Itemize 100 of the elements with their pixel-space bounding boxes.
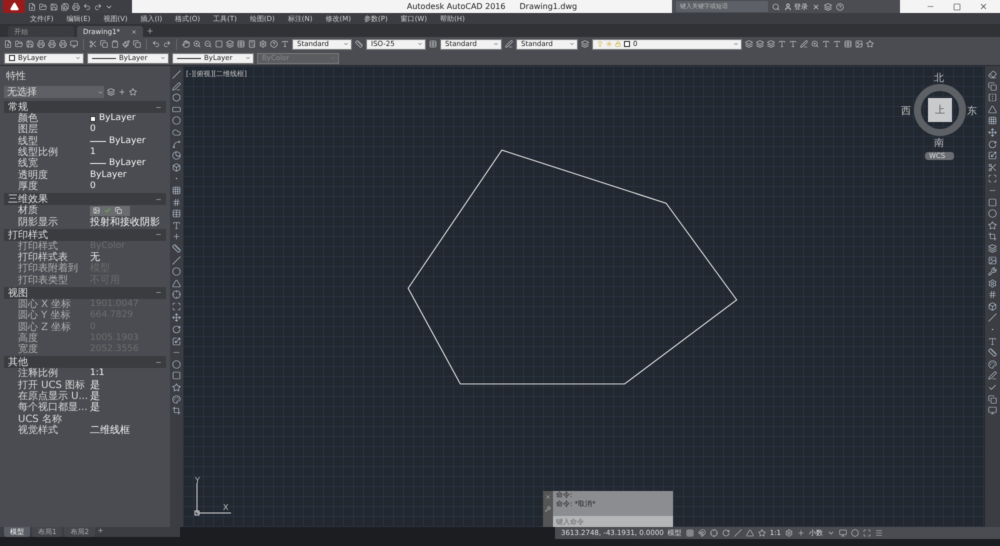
caret-icon[interactable] [245, 55, 251, 61]
caret-icon[interactable] [493, 41, 499, 47]
folder-icon[interactable] [15, 40, 23, 48]
rectangle-icon[interactable] [172, 104, 181, 114]
fullscreen-icon[interactable] [863, 529, 871, 537]
table-icon[interactable] [172, 209, 181, 218]
rotate-icon[interactable] [988, 140, 997, 149]
circle-icon[interactable] [851, 529, 859, 537]
crop-icon[interactable] [172, 406, 181, 416]
pen-icon[interactable] [800, 40, 808, 48]
property-value[interactable]: 是 [90, 391, 100, 402]
calculator-icon[interactable] [248, 40, 256, 48]
viewcube-face[interactable]: 上 [928, 98, 952, 122]
text-icon[interactable] [822, 40, 830, 48]
plus-icon[interactable] [797, 529, 805, 537]
undo-icon[interactable] [83, 2, 91, 10]
property-value[interactable]: 无 [90, 252, 100, 264]
star-icon[interactable] [758, 529, 766, 537]
table-icon[interactable] [844, 40, 852, 48]
crosshair-icon[interactable] [172, 290, 181, 300]
undo-icon[interactable] [152, 40, 160, 48]
redo-icon[interactable] [163, 40, 171, 48]
pan-icon[interactable] [182, 40, 190, 48]
polyline-icon[interactable] [172, 82, 181, 91]
save-icon[interactable] [26, 40, 34, 48]
block-icon[interactable] [172, 162, 181, 172]
print-icon[interactable] [72, 2, 80, 10]
section-header[interactable]: 视图 [4, 286, 166, 299]
property-value[interactable]: 1 [90, 147, 96, 158]
layers-icon[interactable] [988, 244, 997, 253]
window-icon[interactable] [215, 40, 223, 48]
menu-icon[interactable] [875, 529, 883, 537]
copy-icon[interactable] [988, 82, 997, 91]
wrench-icon[interactable] [988, 267, 997, 276]
property-value[interactable]: 0 [90, 180, 96, 192]
add-tab-icon[interactable] [146, 26, 154, 34]
image-icon[interactable] [988, 256, 997, 264]
square-icon[interactable] [988, 198, 997, 207]
text-icon[interactable] [172, 220, 181, 230]
mirror-icon[interactable] [988, 93, 997, 102]
compass-label[interactable]: 南 [934, 136, 944, 150]
property-value[interactable]: 是 [90, 402, 100, 414]
help-icon[interactable] [270, 40, 278, 48]
caret-icon[interactable] [827, 529, 835, 537]
table-style-icon[interactable] [429, 40, 437, 48]
caret-icon[interactable] [417, 41, 423, 47]
add-layout-icon[interactable] [96, 527, 104, 534]
layers-icon[interactable] [226, 40, 234, 48]
cut-icon[interactable] [89, 40, 97, 48]
hatch-icon[interactable] [172, 186, 181, 195]
selection-dropdown[interactable]: 无选择 [4, 86, 104, 98]
save-icon[interactable] [50, 2, 58, 10]
compass-label[interactable]: 东 [967, 104, 977, 118]
property-value[interactable]: 是 [90, 380, 100, 391]
rotate-icon[interactable] [722, 529, 730, 537]
section-header[interactable]: 其他 [4, 356, 166, 368]
eraser-icon[interactable] [988, 70, 997, 79]
pen-icon[interactable] [988, 371, 997, 380]
property-value[interactable]: ByLayer [90, 170, 127, 181]
layer-icon[interactable] [756, 40, 764, 48]
zoom-icon[interactable] [811, 40, 819, 48]
zoom-out-icon[interactable] [204, 40, 212, 48]
copy-icon[interactable] [100, 40, 108, 48]
wrench-icon[interactable] [545, 506, 551, 512]
star-icon[interactable] [172, 383, 181, 392]
scissors-icon[interactable] [988, 162, 997, 172]
palette-icon[interactable] [172, 394, 181, 404]
text-icon[interactable] [789, 40, 797, 48]
grid-icon[interactable] [988, 290, 997, 300]
circle-icon[interactable] [988, 209, 997, 218]
text-icon[interactable] [778, 40, 786, 48]
line-icon[interactable] [172, 70, 181, 79]
line-icon[interactable] [172, 256, 181, 264]
caret-icon[interactable] [343, 41, 349, 47]
folder-icon[interactable] [39, 2, 47, 10]
text-icon[interactable] [988, 336, 997, 346]
circle-icon[interactable] [172, 267, 181, 276]
frame-icon[interactable] [172, 302, 181, 311]
grid-icon[interactable] [172, 198, 181, 207]
property-value[interactable]: ByLayer [90, 158, 146, 170]
property-value[interactable]: ByLayer [90, 136, 146, 147]
star-icon[interactable] [866, 40, 874, 48]
ruler-icon[interactable] [988, 348, 997, 358]
check-icon[interactable] [104, 207, 111, 214]
section-header[interactable]: 三维效果 [4, 193, 166, 206]
property-value[interactable]: 1:1 [90, 368, 104, 380]
caret-icon[interactable] [569, 41, 575, 47]
polygon-icon[interactable] [172, 93, 181, 102]
text-icon[interactable] [833, 40, 841, 48]
property-value[interactable]: 0 [90, 124, 96, 136]
printer-icon[interactable] [59, 40, 67, 48]
layers-icon[interactable] [107, 88, 115, 96]
printer-icon[interactable] [48, 40, 56, 48]
settings-icon[interactable] [785, 529, 793, 537]
settings-icon[interactable] [988, 278, 997, 288]
maximize-icon[interactable] [953, 2, 961, 10]
caret-icon[interactable] [97, 88, 104, 96]
paste-icon[interactable] [111, 40, 119, 48]
material-toolbar[interactable] [90, 206, 130, 216]
scale-icon[interactable] [988, 151, 997, 160]
